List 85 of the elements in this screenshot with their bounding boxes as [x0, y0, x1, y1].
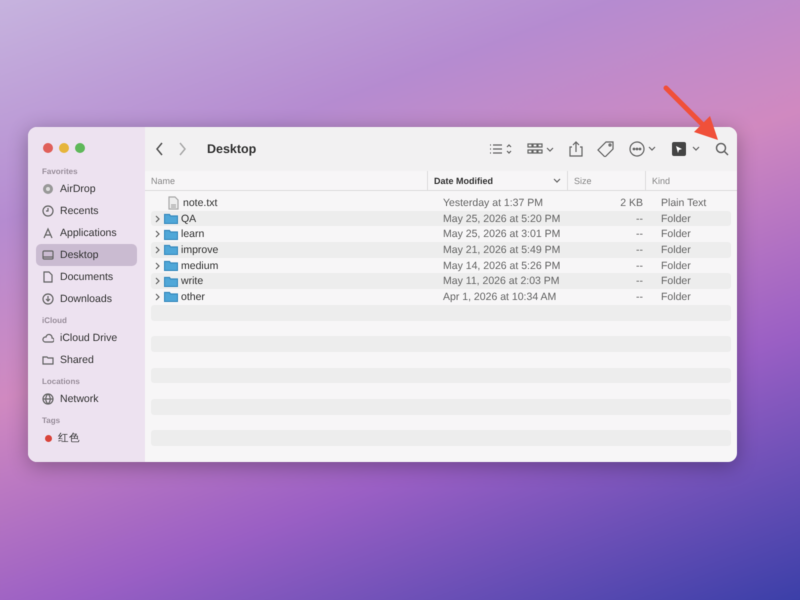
close-light[interactable] [43, 143, 53, 153]
sidebar-label: Documents [60, 271, 114, 283]
file-row[interactable]: write May 11, 2026 at 2:03 PM -- Folder [151, 273, 731, 290]
desktop-icon [42, 249, 54, 261]
size-cell: -- [636, 212, 643, 225]
size-cell: -- [636, 275, 643, 288]
sidebar-label: Recents [60, 205, 99, 217]
sidebar-label: Applications [60, 227, 117, 239]
section-heading: Tags [42, 416, 62, 425]
file-name[interactable]: improve [181, 244, 218, 256]
column-header[interactable]: Date Modified [434, 176, 494, 186]
sidebar-item[interactable]: Desktop [36, 244, 137, 266]
folder-icon [164, 213, 178, 224]
date-cell: May 25, 2026 at 3:01 PM [443, 228, 560, 240]
kind-cell: Folder [661, 228, 691, 240]
text-file-icon [166, 196, 180, 210]
file-name[interactable]: learn [181, 228, 204, 240]
file-name[interactable]: QA [181, 212, 196, 225]
download-icon [42, 293, 54, 305]
sidebar-item[interactable]: Network [36, 388, 137, 410]
sidebar-item[interactable]: Applications [36, 222, 137, 244]
share-icon[interactable] [569, 141, 583, 157]
tag-icon[interactable] [597, 141, 615, 157]
file-name[interactable]: note.txt [183, 196, 218, 209]
sidebar-label: Downloads [60, 293, 112, 305]
grid-view-icon[interactable] [527, 143, 555, 155]
date-cell: May 14, 2026 at 5:26 PM [443, 260, 560, 272]
size-cell: 2 KB [620, 196, 643, 209]
sidebar-label: Shared [60, 354, 94, 366]
date-cell: May 11, 2026 at 2:03 PM [443, 275, 560, 288]
size-cell: -- [636, 260, 643, 272]
size-cell: -- [636, 290, 643, 303]
kind-cell: Folder [661, 260, 691, 272]
sidebar-item[interactable]: Documents [36, 266, 137, 288]
document-icon [42, 271, 54, 283]
sidebar-item[interactable]: Downloads [36, 288, 137, 310]
file-row[interactable]: medium May 14, 2026 at 5:26 PM -- Folder [151, 258, 731, 274]
apps-icon [42, 227, 54, 239]
folder-icon [164, 228, 178, 240]
globe-icon [42, 393, 54, 405]
sidebar-item[interactable]: AirDrop [36, 178, 137, 200]
window-title: Desktop [207, 142, 258, 156]
file-row[interactable]: note.txt Yesterday at 1:37 PM 2 KB Plain Text [151, 195, 731, 211]
sidebar-item[interactable]: Recents [36, 200, 137, 222]
kind-cell: Plain Text [661, 196, 706, 209]
app-icon[interactable] [671, 141, 701, 157]
sort-chevron-icon [553, 178, 561, 184]
file-row[interactable]: learn May 25, 2026 at 3:01 PM -- Folder [151, 226, 731, 242]
sidebar-label: AirDrop [60, 183, 96, 195]
size-cell: -- [636, 244, 643, 256]
sidebar-label: Desktop [60, 249, 99, 261]
file-name[interactable]: medium [181, 260, 218, 272]
size-cell: -- [636, 228, 643, 240]
section-heading: Favorites [42, 167, 79, 176]
folder-icon [164, 244, 178, 256]
clock-icon [42, 205, 54, 217]
file-row[interactable]: QA May 25, 2026 at 5:20 PM -- Folder [151, 210, 731, 226]
file-name[interactable]: write [181, 275, 204, 288]
section-heading: Locations [42, 377, 81, 386]
folder-icon [164, 276, 178, 287]
file-row[interactable]: improve May 21, 2026 at 5:49 PM -- Folder [151, 242, 731, 258]
file-row[interactable]: other Apr 1, 2026 at 10:34 AM -- Folder [151, 289, 731, 305]
kind-cell: Folder [661, 244, 691, 256]
section-heading: iCloud [42, 316, 68, 325]
cloud-icon [42, 332, 54, 344]
more-icon[interactable] [629, 141, 657, 157]
date-cell: May 21, 2026 at 5:49 PM [443, 244, 560, 256]
date-cell: Apr 1, 2026 at 10:34 AM [443, 290, 556, 303]
sidebar-label: 红色 [58, 431, 80, 445]
kind-cell: Folder [661, 212, 691, 225]
kind-cell: Folder [661, 290, 691, 303]
sidebar-item[interactable]: iCloud Drive [36, 327, 137, 349]
sidebar-item[interactable]: 红色 [36, 427, 137, 449]
file-name[interactable]: other [181, 290, 205, 303]
list-view-icon[interactable] [489, 143, 513, 155]
sidebar-label: Network [60, 393, 99, 405]
kind-cell: Folder [661, 275, 691, 288]
airdrop-icon [42, 183, 54, 195]
date-cell: Yesterday at 1:37 PM [443, 196, 544, 209]
sidebar-item[interactable]: Shared [36, 349, 137, 371]
shared-folder-icon [42, 354, 54, 366]
search-icon[interactable] [715, 142, 729, 156]
back-icon[interactable] [155, 142, 164, 156]
sidebar-label: iCloud Drive [60, 332, 118, 344]
date-cell: May 25, 2026 at 5:20 PM [443, 212, 560, 225]
